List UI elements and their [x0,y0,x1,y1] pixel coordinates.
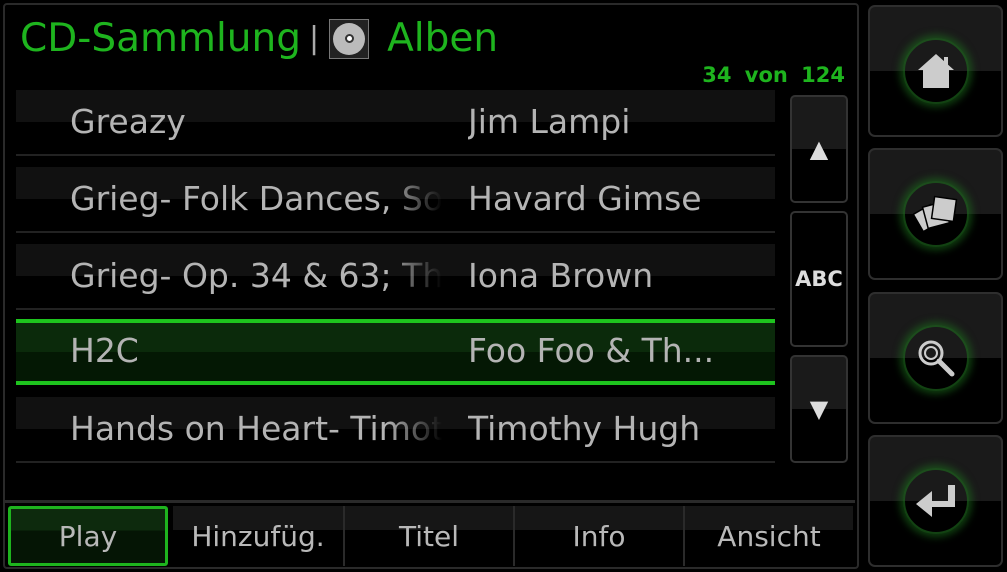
album-artist: Iona Brown [468,256,654,295]
browse-button[interactable] [868,148,1003,280]
album-artist: Foo Foo & Th... [468,331,715,370]
scroll-up-button[interactable]: ▲ [790,95,848,203]
app-title: CD-Sammlung [20,16,301,61]
enter-button[interactable] [868,435,1003,567]
home-icon [917,54,954,88]
cd-icon [329,18,370,59]
title-separator: | [309,21,320,56]
list-item[interactable]: Grieg- Folk Dances, Sonatas Havard Gimse [16,167,775,233]
cards-icon [912,195,957,233]
arrow-down-icon: ▼ [809,395,829,423]
album-title: Grieg- Op. 34 & 63; The [70,256,442,295]
album-artist: Havard Gimse [468,179,702,218]
album-title: Grieg- Folk Dances, Sonatas [70,179,442,218]
tracks-button[interactable]: Titel [345,506,515,566]
play-button[interactable]: Play [8,506,168,566]
list-item[interactable]: Hands on Heart- Timothy Timothy Hugh [16,397,775,463]
abc-label: ABC [795,267,843,291]
home-button[interactable] [868,5,1003,137]
search-icon [918,340,954,377]
album-artist: Timothy Hugh [468,409,701,448]
album-title: Greazy [70,102,186,141]
scroll-down-button[interactable]: ▼ [790,355,848,463]
search-button[interactable] [868,292,1003,424]
list-item-selected[interactable]: H2C Foo Foo & Th... [16,319,775,385]
item-count: 34 von 124 [702,63,845,87]
album-artist: Jim Lampi [468,102,631,141]
list-item[interactable]: Grieg- Op. 34 & 63; The Iona Brown [16,244,775,310]
list-item[interactable]: Greazy Jim Lampi [16,90,775,156]
alphabet-button[interactable]: ABC [790,211,848,347]
view-button[interactable]: Ansicht [685,506,853,566]
page-title: CD-Sammlung | Alben [20,16,498,61]
enter-icon [915,485,955,517]
bottom-toolbar: Play Hinzufüg. Titel Info Ansicht [5,500,855,566]
info-button[interactable]: Info [515,506,685,566]
section-title: Alben [387,16,499,61]
album-title: H2C [70,331,139,370]
album-title: Hands on Heart- Timothy [70,409,442,448]
add-button[interactable]: Hinzufüg. [173,506,345,566]
arrow-up-icon: ▲ [809,135,829,163]
